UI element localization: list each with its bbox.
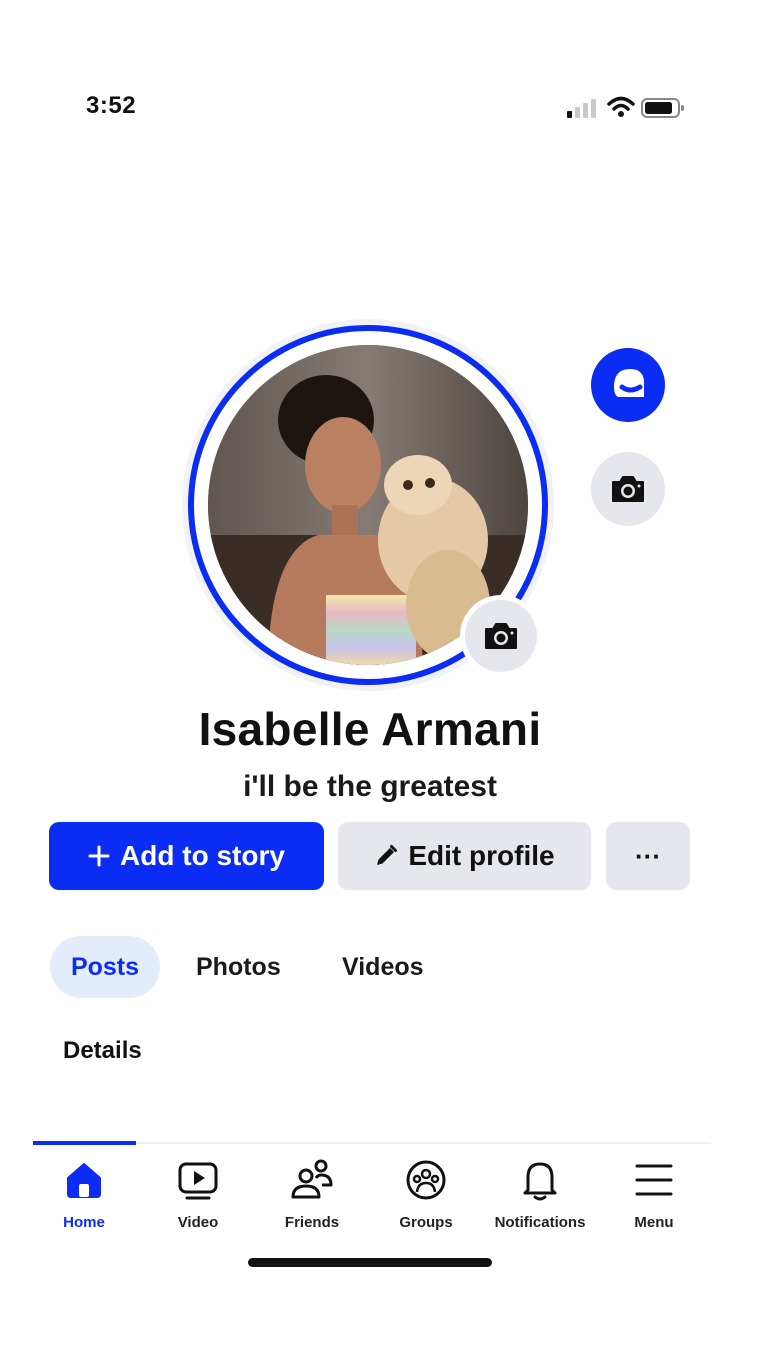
groups-icon — [406, 1160, 446, 1200]
tab-videos-label: Videos — [342, 952, 424, 981]
cellular-signal-icon — [567, 99, 596, 118]
nav-video[interactable]: Video — [141, 1158, 255, 1231]
tab-videos[interactable]: Videos — [342, 936, 424, 998]
add-to-story-label: Add to story — [120, 840, 285, 871]
add-to-story-button[interactable]: Add to story — [49, 822, 324, 890]
more-options-button[interactable]: ··· — [606, 822, 690, 890]
nav-home-label: Home — [63, 1214, 105, 1231]
nav-menu[interactable]: Menu — [597, 1158, 711, 1231]
status-time: 3:52 — [86, 92, 137, 119]
nav-notifications-label: Notifications — [494, 1214, 586, 1231]
profile-bio: i'll be the greatest — [243, 770, 497, 803]
bell-icon — [523, 1162, 557, 1201]
details-heading: Details — [63, 1037, 142, 1064]
edit-profile-label: Edit profile — [408, 840, 555, 871]
nav-video-label: Video — [177, 1214, 219, 1231]
tab-posts-label: Posts — [70, 952, 140, 981]
pencil-icon — [377, 845, 398, 865]
cover-photo-camera-button[interactable] — [591, 452, 665, 526]
nav-notifications[interactable]: Notifications — [483, 1158, 597, 1231]
active-tab-indicator — [33, 1141, 136, 1145]
home-indicator — [248, 1258, 492, 1267]
nav-menu-label: Menu — [634, 1214, 674, 1231]
nav-groups[interactable]: Groups — [369, 1158, 483, 1231]
avatar-icon — [614, 369, 644, 397]
nav-divider — [136, 1142, 711, 1144]
tab-photos[interactable]: Photos — [196, 936, 281, 998]
nav-friends[interactable]: Friends — [255, 1158, 369, 1231]
battery-icon — [641, 98, 684, 118]
profile-name: Isabelle Armani — [198, 703, 542, 755]
camera-icon — [612, 476, 644, 502]
more-options-label: ··· — [635, 840, 661, 871]
plus-icon — [88, 845, 110, 867]
wifi-icon — [607, 96, 635, 117]
change-profile-photo-button[interactable] — [465, 600, 537, 672]
nav-friends-label: Friends — [284, 1214, 340, 1231]
nav-home[interactable]: Home — [27, 1158, 141, 1231]
avatar-button[interactable] — [591, 348, 665, 422]
tab-photos-label: Photos — [196, 952, 281, 981]
video-icon — [178, 1162, 218, 1200]
edit-profile-button[interactable]: Edit profile — [338, 822, 591, 890]
menu-icon — [635, 1164, 673, 1196]
nav-groups-label: Groups — [399, 1214, 453, 1231]
tab-posts[interactable]: Posts — [50, 936, 160, 998]
friends-icon — [291, 1159, 333, 1199]
home-icon — [67, 1163, 101, 1198]
camera-icon — [485, 623, 517, 649]
